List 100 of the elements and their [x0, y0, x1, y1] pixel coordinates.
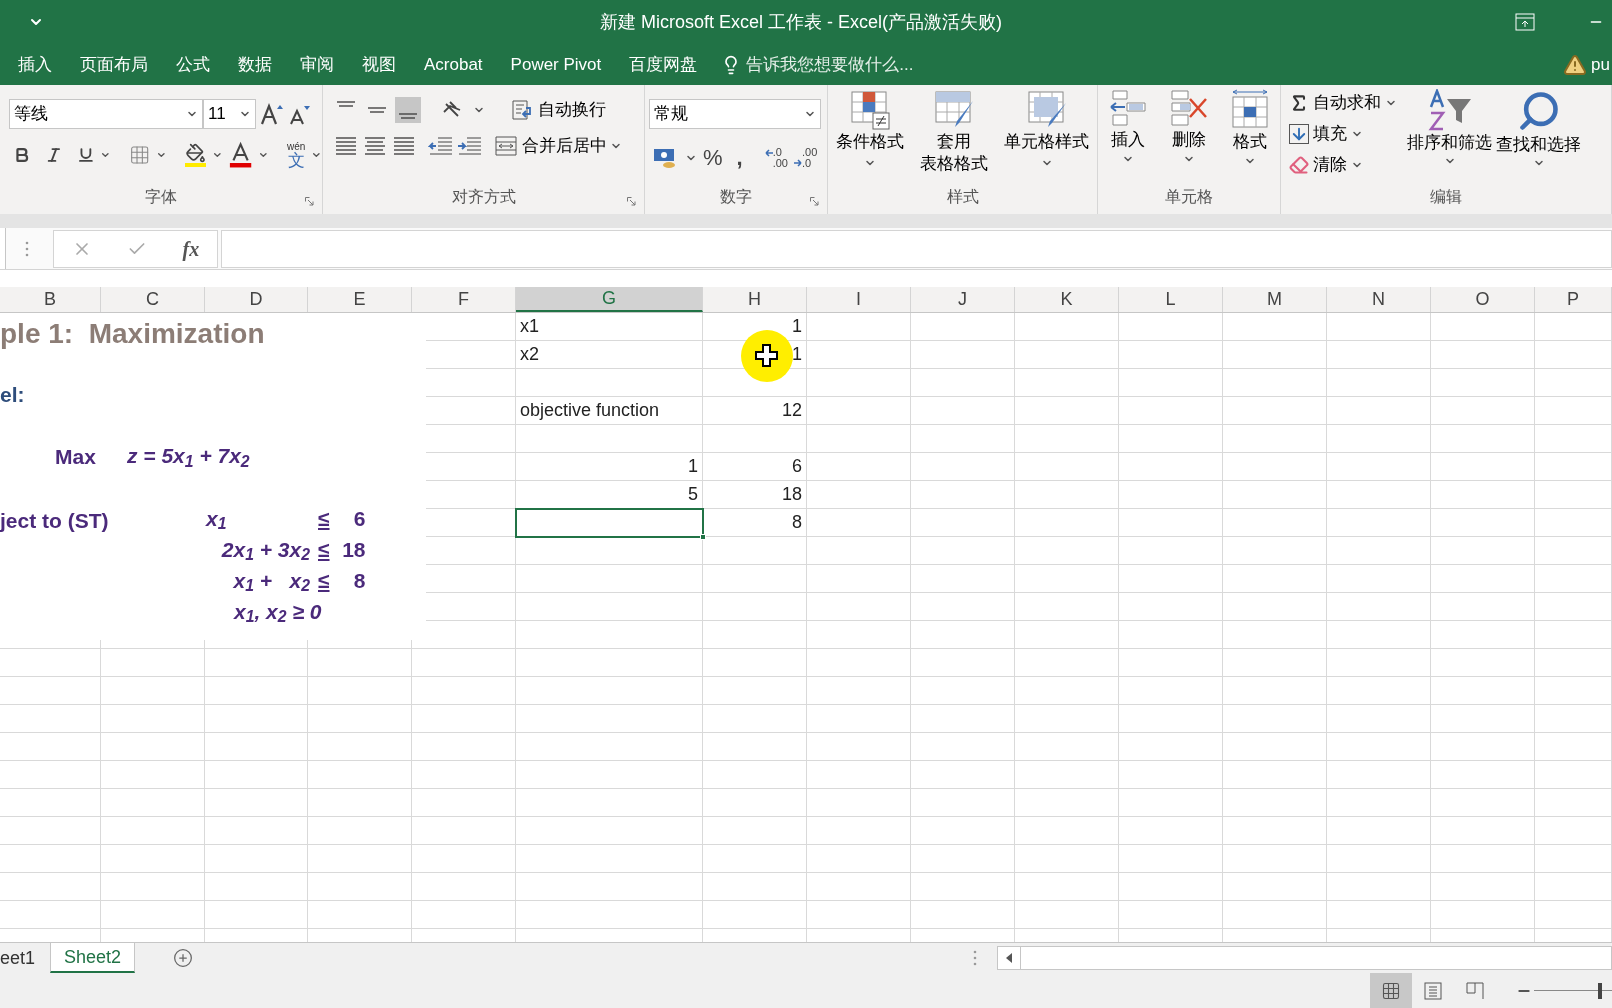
view-button[interactable]	[1370, 973, 1412, 1008]
ribbon-tab[interactable]: 数据	[224, 51, 286, 78]
horizontal-scrollbar[interactable]	[997, 946, 1612, 970]
grow-font-icon[interactable]	[260, 102, 284, 126]
bold-icon[interactable]	[13, 145, 31, 165]
ribbon-tab[interactable]: Acrobat	[410, 51, 497, 78]
window-title: 新建 Microsoft Excel 工作表 - Excel(产品激活失败)	[600, 10, 1003, 34]
column-header[interactable]: D	[205, 287, 308, 312]
style-button[interactable]: 套用 表格格式	[920, 89, 988, 175]
editing-button[interactable]: 填充	[1289, 120, 1397, 147]
sheet-tab[interactable]: eet1	[0, 943, 51, 973]
editing-button[interactable]: 清除	[1289, 151, 1397, 178]
tell-me-search[interactable]: 告诉我您想要做什么...	[746, 51, 914, 78]
dialog-launcher-icon[interactable]	[305, 197, 314, 206]
merge-center-button[interactable]: 合并后居中	[494, 133, 607, 159]
nonnegativity-condition: x$_{1}$, x$_{2}$ ≥ 0	[234, 598, 322, 627]
wrap-text-button[interactable]: 自动换行	[510, 97, 606, 123]
table-cell: x1	[516, 313, 703, 341]
phonetic-guide-button[interactable]: wén 文	[286, 141, 306, 169]
constraint-expression: x$_{1}$ + x$_{2}$	[232, 567, 310, 596]
add-sheet-icon[interactable]	[173, 948, 194, 968]
ribbon-tab[interactable]: 审阅	[286, 51, 348, 78]
fill-down-icon	[1289, 123, 1309, 144]
ribbon-tab[interactable]: 视图	[348, 51, 410, 78]
right-arrow-icon	[794, 158, 802, 167]
fill-color-icon[interactable]	[185, 143, 207, 167]
ribbon-tab[interactable]: 插入	[4, 51, 66, 78]
constraint-expression: 2x$_{1}$ + 3x$_{2}$	[220, 536, 310, 565]
column-header[interactable]: B	[0, 287, 101, 312]
warning-icon	[1563, 52, 1588, 77]
editing-button[interactable]: 排序和筛选	[1405, 89, 1494, 178]
formula-input[interactable]	[221, 229, 1612, 268]
delete-cells-icon	[1168, 89, 1210, 127]
column-header[interactable]: H	[703, 287, 807, 312]
constraint-expression: x$_{1}$	[204, 505, 228, 534]
column-header[interactable]: G	[516, 287, 703, 312]
bottom-align-icon[interactable]	[395, 97, 421, 123]
borders-icon[interactable]	[129, 143, 151, 167]
page-layout-icon	[1423, 980, 1443, 1001]
table-cell: x2	[516, 341, 703, 369]
column-header[interactable]: N	[1327, 287, 1431, 312]
column-header[interactable]: L	[1119, 287, 1223, 312]
column-header[interactable]: C	[101, 287, 205, 312]
constraint-bound: 8	[352, 567, 366, 594]
column-header[interactable]: J	[911, 287, 1015, 312]
comma-style-button[interactable]: ,	[728, 141, 751, 174]
inequality-sign: ≤	[318, 536, 330, 563]
account-name[interactable]: pu	[1591, 51, 1610, 78]
editing-button[interactable]: 自动求和	[1289, 89, 1397, 116]
sort-filter-icon	[1426, 89, 1473, 131]
group-label: 样式	[946, 187, 979, 207]
ribbon-tab[interactable]: 页面布局	[66, 51, 162, 78]
column-header[interactable]: I	[807, 287, 911, 312]
style-button[interactable]: 条件格式	[836, 89, 904, 175]
percent-style-button[interactable]: %	[703, 141, 723, 174]
column-header[interactable]: P	[1535, 287, 1612, 312]
sheet-tab[interactable]: Sheet2	[50, 943, 136, 973]
zoom-slider-thumb[interactable]	[1598, 982, 1603, 999]
number-format-dropdown[interactable]: 常规	[649, 99, 821, 129]
dialog-launcher-icon[interactable]	[627, 197, 636, 206]
cells-button[interactable]: 删除	[1168, 89, 1210, 167]
merge-cells-icon	[494, 134, 518, 158]
zoom-slider[interactable]	[1534, 982, 1612, 999]
constraint-bound: 6	[352, 505, 366, 532]
ribbon-tab[interactable]: Power Pivot	[496, 51, 616, 78]
table-cell: 5	[516, 481, 703, 509]
inequality-sign: ≤	[318, 505, 330, 532]
wrap-text-icon	[510, 98, 534, 122]
shrink-font-icon[interactable]	[288, 103, 310, 125]
left-arrow-icon	[764, 148, 773, 157]
table-cell: 1	[516, 453, 703, 481]
fill-handle[interactable]	[700, 534, 706, 540]
column-header[interactable]: K	[1015, 287, 1119, 312]
splitter-icon[interactable]	[973, 950, 978, 966]
column-header[interactable]: M	[1223, 287, 1327, 312]
cursor-highlight	[741, 330, 793, 382]
editing-button[interactable]: 查找和选择	[1494, 89, 1583, 178]
insert-function-button[interactable]: fx	[182, 233, 200, 264]
increase-decimal-button[interactable]: .0 .00	[764, 146, 788, 169]
group-label: 对齐方式	[451, 187, 516, 207]
column-header[interactable]: E	[308, 287, 412, 312]
underline-icon[interactable]	[76, 145, 95, 165]
font-name-dropdown[interactable]: 等线	[9, 99, 203, 129]
column-header[interactable]: O	[1431, 287, 1535, 312]
decrease-decimal-button[interactable]: .00 .0	[794, 146, 818, 169]
group-label: 字体	[145, 187, 177, 207]
ribbon-display-options-icon[interactable]	[1515, 13, 1535, 31]
font-color-icon[interactable]	[229, 141, 253, 169]
objective-formula: z = 5x$_{1}$ + 7x$_{2}$	[127, 443, 250, 471]
cells-button[interactable]: 格式	[1228, 89, 1271, 167]
ribbon-tab[interactable]: 百度网盘	[615, 51, 712, 78]
style-button[interactable]: 单元格样式	[1004, 89, 1089, 175]
drag-handle-icon[interactable]	[25, 240, 29, 257]
ribbon-tab[interactable]: 公式	[162, 51, 224, 78]
group-label: 单元格	[1165, 187, 1213, 207]
font-size-dropdown[interactable]: 11	[203, 99, 256, 129]
objective-label: Max	[55, 444, 96, 470]
dialog-launcher-icon[interactable]	[810, 197, 819, 206]
cells-button[interactable]: 插入	[1107, 89, 1150, 167]
inequality-sign: ≤	[318, 567, 330, 594]
